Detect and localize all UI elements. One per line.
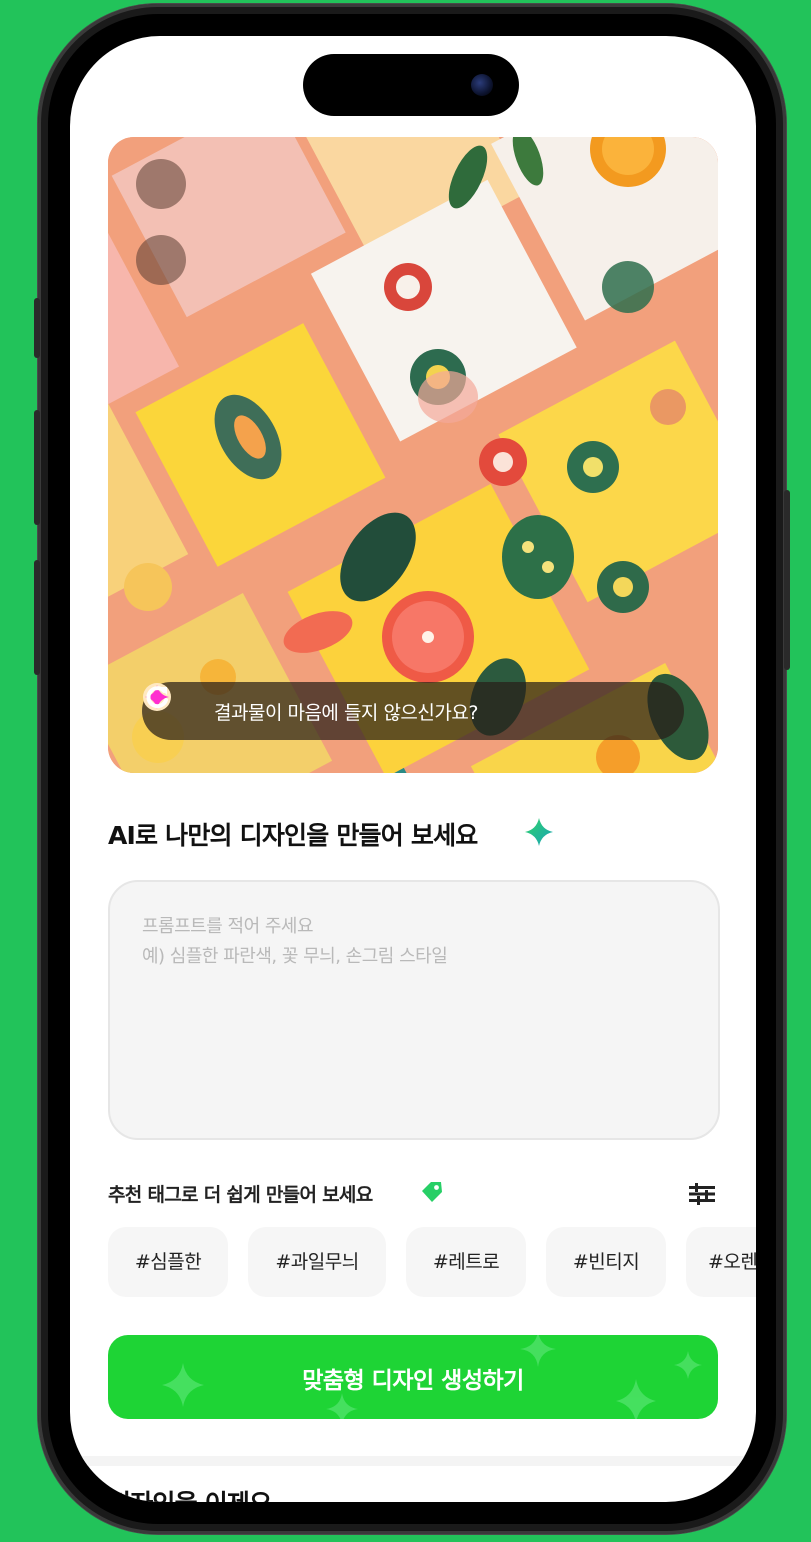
phone-screen: 결과물이 마음에 들지 않으신가요? AI로 나만의 디자인을 만들어 보세요 … (70, 36, 756, 1502)
phone-side-button (34, 560, 40, 675)
regenerate-feedback-bar[interactable]: 결과물이 마음에 들지 않으신가요? (142, 682, 684, 740)
tag-chip[interactable]: #심플한 (108, 1227, 228, 1297)
next-section-title: 디자인을 이제요 (108, 1484, 272, 1502)
image-indicator-dot[interactable] (136, 235, 186, 285)
sparkle-icon (525, 818, 553, 846)
phone-side-button (34, 410, 40, 525)
phone-side-button (34, 298, 40, 358)
prompt-input[interactable]: 프롬프트를 적어 주세요 예) 심플한 파란색, 꽃 무늬, 손그림 스타일 (108, 880, 720, 1140)
camera-icon (471, 74, 493, 96)
recommended-tags-title: 추천 태그로 더 쉽게 만들어 보세요 (108, 1184, 373, 1206)
phone-side-button (784, 490, 790, 670)
filter-icon[interactable] (688, 1182, 716, 1206)
generate-button-label: 맞춤형 디자인 생성하기 (302, 1368, 524, 1394)
generated-design-image: 결과물이 마음에 들지 않으신가요? (108, 137, 718, 773)
image-indicator-dot[interactable] (136, 159, 186, 209)
refresh-icon[interactable] (142, 682, 172, 712)
tag-chip[interactable]: #빈티지 (546, 1227, 666, 1297)
tag-chip[interactable]: #과일무늬 (248, 1227, 386, 1297)
feedback-text: 결과물이 마음에 들지 않으신가요? (214, 702, 478, 724)
dynamic-island (303, 54, 519, 116)
section-divider (70, 1456, 756, 1466)
prompt-placeholder: 프롬프트를 적어 주세요 예) 심플한 파란색, 꽃 무늬, 손그림 스타일 (142, 916, 448, 967)
generate-design-button[interactable]: 맞춤형 디자인 생성하기 (108, 1335, 718, 1419)
section-title: AI로 나만의 디자인을 만들어 보세요 (108, 821, 478, 850)
tag-chip[interactable]: #오렌 (686, 1227, 756, 1297)
tag-chip[interactable]: #레트로 (406, 1227, 526, 1297)
tag-icon (422, 1182, 442, 1202)
packaging-illustration (108, 137, 718, 773)
